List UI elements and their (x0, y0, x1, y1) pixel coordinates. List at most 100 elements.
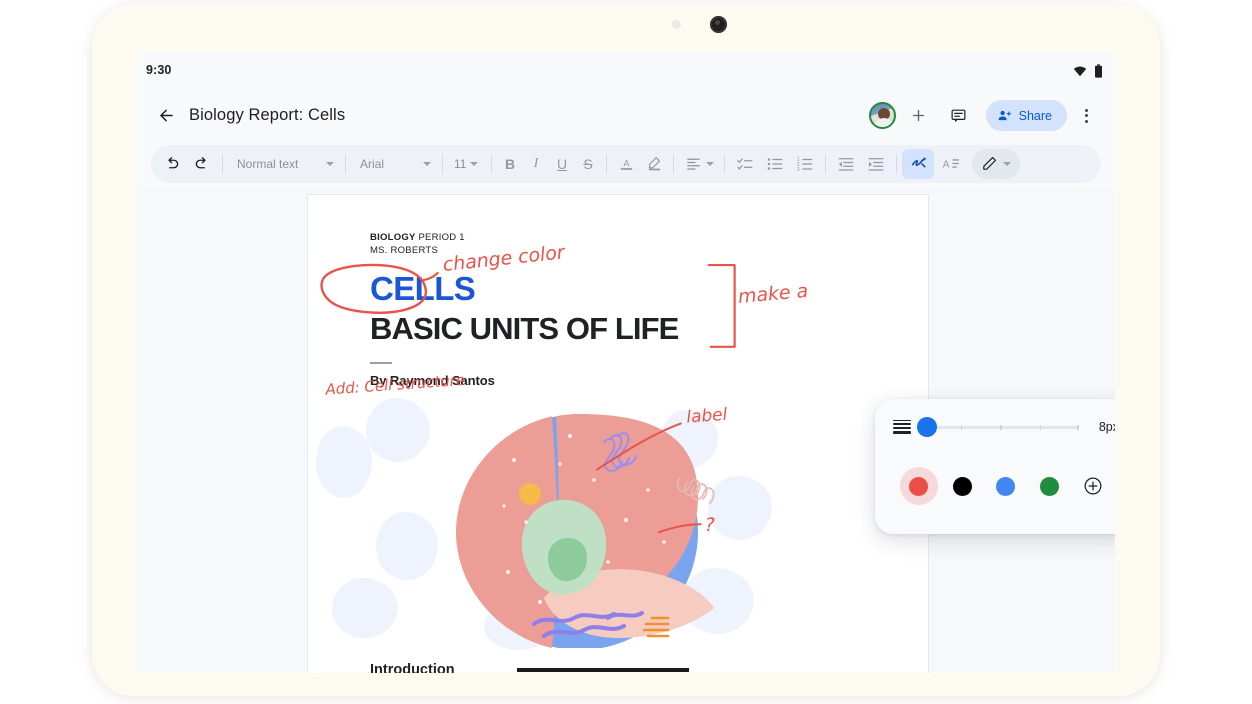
tablet-screen: 9:30 Biology Report: Cells Share Normal … (137, 51, 1115, 673)
introduction-heading: Introduction (370, 662, 455, 673)
cell-illustration (308, 398, 928, 651)
strikethrough-label: S (583, 155, 593, 172)
toolbar-divider (724, 153, 725, 174)
byline: By Raymond Santos (370, 373, 495, 389)
title-rule (370, 361, 392, 365)
indent-decrease-icon (838, 157, 854, 171)
pen-tool-button[interactable] (972, 148, 1020, 179)
font-family-select[interactable]: Arial (351, 149, 437, 179)
align-left-icon (687, 158, 700, 170)
checklist-icon (737, 157, 753, 170)
chevron-down-icon (1003, 161, 1011, 166)
bold-label: B (504, 155, 516, 172)
toolbar-divider (606, 153, 607, 174)
indent-increase-icon (868, 157, 884, 171)
add-icon (913, 109, 925, 122)
add-button[interactable] (902, 99, 936, 133)
pen-icon (983, 156, 997, 170)
introduction-rule (516, 668, 689, 673)
toolbar-divider (673, 153, 674, 174)
avatar[interactable] (868, 102, 896, 129)
back-button[interactable] (151, 101, 181, 131)
font-family-value: Arial (360, 156, 385, 171)
text-color-button[interactable]: A (612, 149, 640, 179)
bold-button[interactable]: B (497, 149, 523, 179)
indent-increase-button[interactable] (861, 149, 891, 179)
color-swatch-black[interactable] (941, 476, 985, 496)
stroke-size-slider[interactable] (917, 417, 1079, 437)
italic-button[interactable]: I (523, 149, 549, 179)
add-color-icon (1084, 477, 1102, 495)
status-icons (1073, 64, 1103, 78)
font-size-select[interactable]: 11 (448, 149, 486, 179)
comment-icon (951, 109, 966, 122)
undo-button[interactable] (157, 149, 187, 179)
title-cells: CELLS (370, 269, 476, 307)
document-page[interactable]: BIOLOGY PERIOD 1 MS. ROBERTS CELLS BASIC… (307, 194, 929, 673)
header-actions: Share (868, 99, 1115, 133)
chevron-down-icon (326, 161, 334, 166)
undo-icon (168, 156, 179, 168)
stroke-size-value: 8px (1098, 420, 1115, 434)
cell-diagram (456, 414, 715, 649)
kicker-course: BIOLOGY (370, 232, 416, 243)
document-kicker: BIOLOGY PERIOD 1 MS. ROBERTS (370, 231, 884, 258)
underline-button[interactable]: U (549, 149, 575, 179)
highlight-color-button[interactable] (640, 149, 668, 179)
paragraph-style-select[interactable]: Normal text (228, 149, 340, 179)
align-button[interactable] (679, 149, 719, 179)
toolbar-divider (345, 153, 346, 174)
kicker-period: PERIOD 1 (415, 232, 465, 243)
battery-icon (1095, 64, 1102, 78)
text-style-button[interactable]: A (934, 149, 966, 179)
status-bar: 9:30 (137, 51, 1115, 91)
doc-title-text: Biology Report: Cells (189, 106, 346, 124)
toolbar-divider (491, 153, 492, 174)
checklist-button[interactable] (730, 149, 760, 179)
markup-annotate-button[interactable] (902, 148, 934, 179)
text-color-icon: A (620, 158, 632, 170)
comment-button[interactable] (942, 99, 976, 133)
toolbar-divider (825, 153, 826, 174)
chevron-down-icon (470, 161, 479, 166)
share-label: Share (1018, 108, 1052, 123)
bulleted-list-icon (767, 157, 783, 170)
format-toolbar: Normal text Arial 11 B I U S A 1 2 3 A (151, 144, 1101, 183)
wifi-icon (1073, 66, 1087, 77)
color-swatch-blue[interactable] (984, 476, 1028, 496)
underline-label: U (556, 155, 568, 172)
slider-thumb[interactable] (917, 417, 937, 437)
tablet-device: 9:30 Biology Report: Cells Share Normal … (92, 4, 1160, 696)
redo-icon (195, 156, 206, 168)
front-camera-icon (710, 16, 727, 33)
toolbar-divider (442, 153, 443, 174)
svg-text:3: 3 (797, 166, 800, 172)
kicker-teacher: MS. ROBERTS (370, 245, 439, 257)
toolbar-divider (896, 153, 897, 174)
redo-button[interactable] (187, 149, 217, 179)
more-options-button[interactable] (1071, 101, 1101, 131)
ambient-sensor-icon (672, 20, 681, 29)
pen-settings-panel[interactable]: 8px (875, 399, 1115, 534)
paragraph-style-value: Normal text (237, 156, 299, 171)
share-button[interactable]: Share (985, 100, 1067, 131)
stroke-size-row: 8px (875, 399, 1115, 455)
back-arrow-icon (159, 109, 173, 122)
more-options-icon (1084, 108, 1088, 112)
add-color-button[interactable] (1071, 476, 1115, 496)
highlight-color-icon (648, 157, 660, 171)
numbered-list-icon: 1 2 3 (797, 157, 813, 172)
bulleted-list-button[interactable] (760, 149, 790, 179)
color-swatch-red[interactable] (897, 467, 941, 505)
introduction-row: Introduction (370, 662, 884, 673)
page-title[interactable]: Biology Report: Cells (189, 106, 345, 125)
color-swatch-green[interactable] (1028, 476, 1072, 496)
color-swatch-row (875, 455, 1115, 517)
strikethrough-button[interactable]: S (575, 149, 601, 179)
indent-decrease-button[interactable] (831, 149, 861, 179)
person-add-icon (998, 110, 1011, 121)
document-canvas[interactable]: BIOLOGY PERIOD 1 MS. ROBERTS CELLS BASIC… (137, 187, 1115, 673)
text-style-icon: A (942, 159, 959, 170)
numbered-list-button[interactable]: 1 2 3 (790, 149, 820, 179)
toolbar-divider (222, 153, 223, 174)
